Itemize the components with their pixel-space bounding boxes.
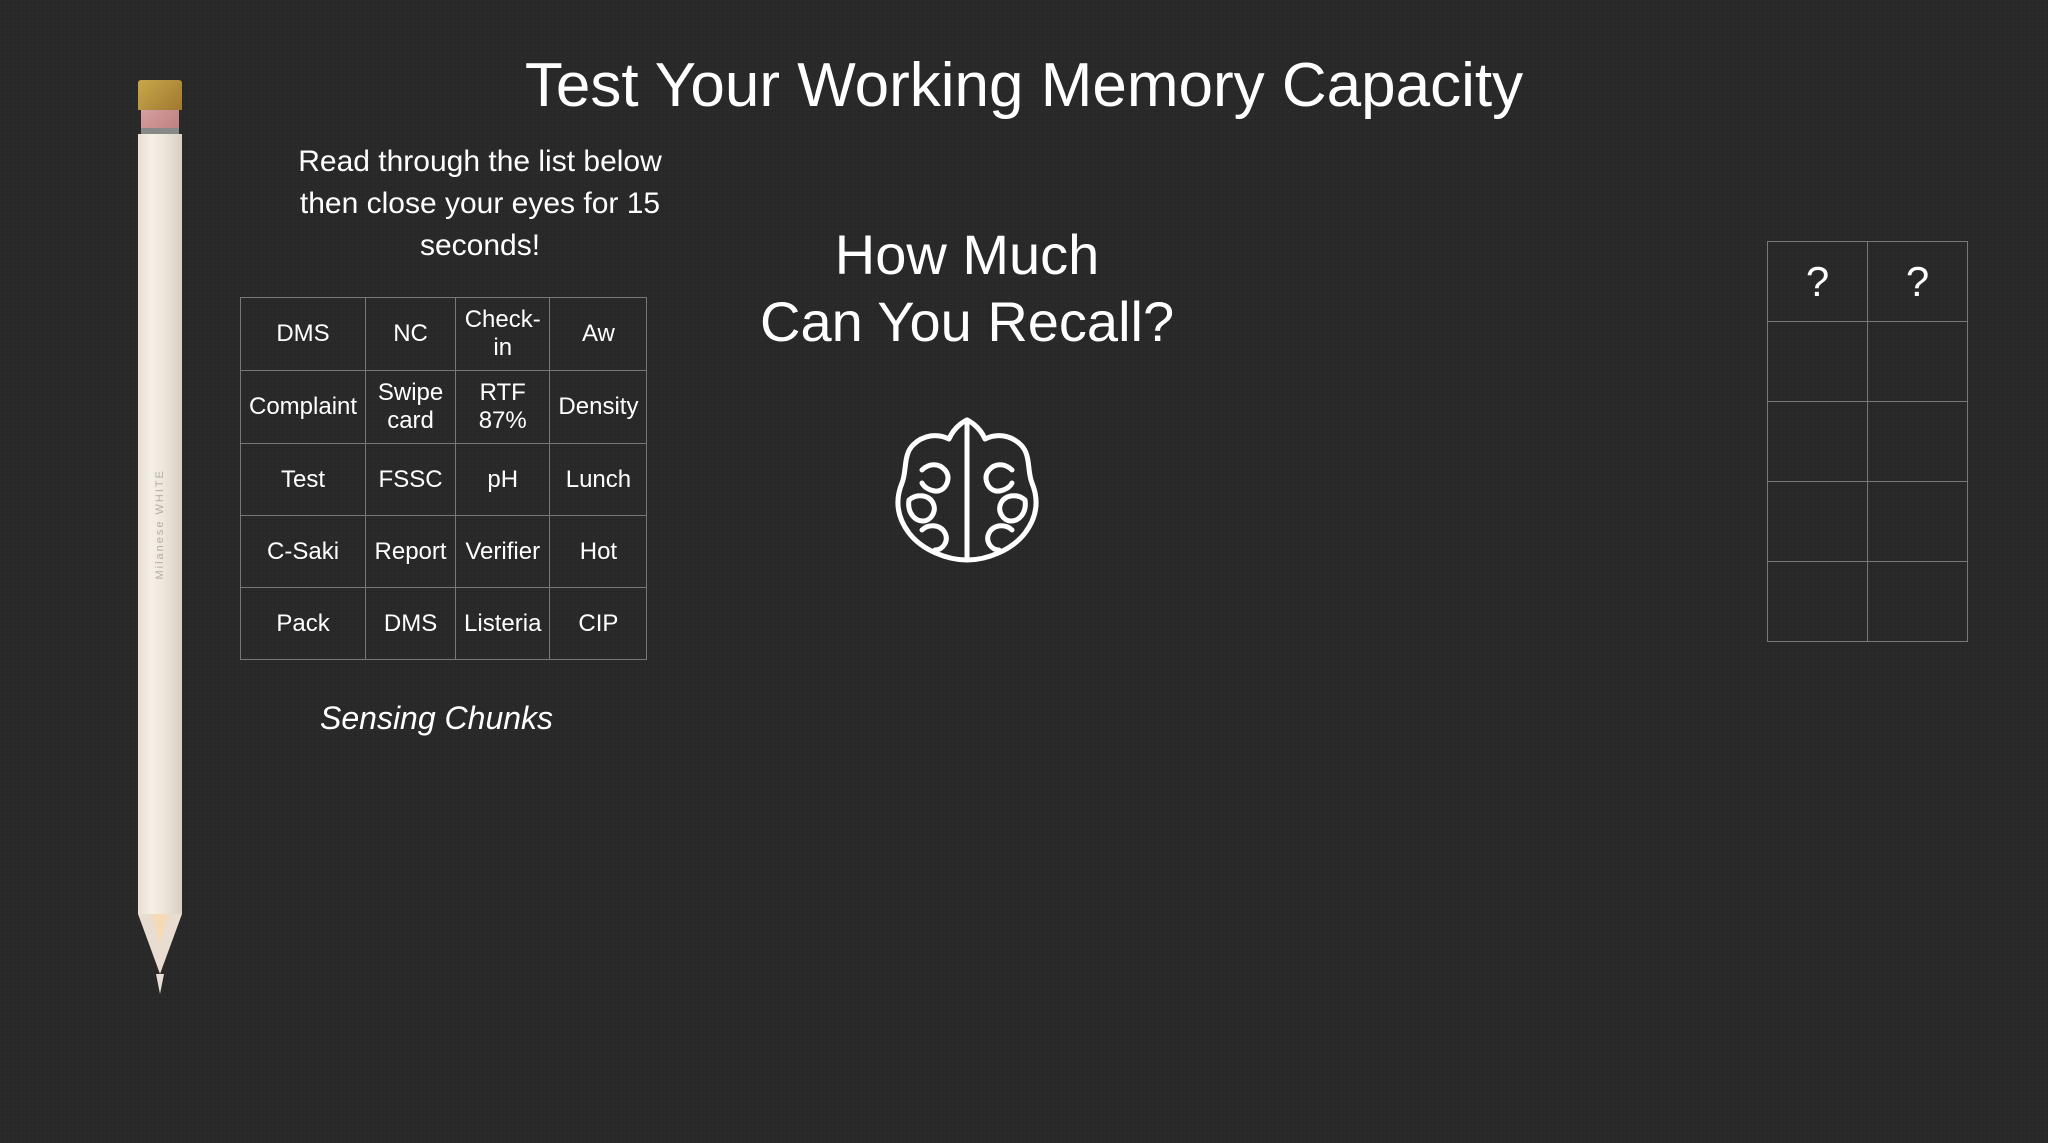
word-table: DMSNCCheck-inAwComplaintSwipe cardRTF 87… bbox=[240, 297, 647, 660]
table-cell: Aw bbox=[550, 298, 647, 371]
table-cell: Swipe card bbox=[366, 371, 456, 444]
recall-title-line2: Can You Recall? bbox=[760, 290, 1174, 353]
recall-cell bbox=[1768, 482, 1868, 562]
recall-cell bbox=[1868, 402, 1968, 482]
recall-title-line1: How Much bbox=[835, 223, 1100, 286]
recall-cell bbox=[1768, 562, 1868, 642]
recall-grid: ?? bbox=[1767, 241, 1968, 642]
recall-cell: ? bbox=[1868, 242, 1968, 322]
table-cell: FSSC bbox=[366, 444, 456, 516]
pencil-eraser bbox=[141, 110, 179, 128]
table-cell: Lunch bbox=[550, 444, 647, 516]
pencil-tip bbox=[138, 914, 182, 974]
instruction-text: Read through the list below then close y… bbox=[280, 141, 680, 267]
middle-panel: How Much Can You Recall? bbox=[760, 141, 1174, 595]
table-cell: pH bbox=[456, 444, 550, 516]
right-panel: ?? bbox=[1767, 141, 2048, 642]
table-cell: Hot bbox=[550, 516, 647, 588]
table-cell: NC bbox=[366, 298, 456, 371]
pencil-body: Milanese WHITE bbox=[138, 134, 182, 914]
brain-icon bbox=[867, 395, 1067, 595]
left-panel: Read through the list below then close y… bbox=[240, 141, 680, 737]
table-cell: Density bbox=[550, 371, 647, 444]
pencil-label: Milanese WHITE bbox=[154, 469, 166, 580]
table-cell: DMS bbox=[366, 588, 456, 660]
recall-cell bbox=[1868, 322, 1968, 402]
pencil-eraser-cap bbox=[138, 80, 182, 110]
table-cell: Test bbox=[241, 444, 366, 516]
table-cell: Check-in bbox=[456, 298, 550, 371]
recall-cell bbox=[1768, 322, 1868, 402]
content-area: Read through the list below then close y… bbox=[0, 121, 2048, 737]
recall-cell: ? bbox=[1768, 242, 1868, 322]
recall-cell bbox=[1868, 562, 1968, 642]
table-cell: Pack bbox=[241, 588, 366, 660]
recall-title: How Much Can You Recall? bbox=[760, 221, 1174, 355]
table-cell: Report bbox=[366, 516, 456, 588]
table-cell: DMS bbox=[241, 298, 366, 371]
pencil-decoration: Milanese WHITE bbox=[130, 80, 190, 980]
table-cell: CIP bbox=[550, 588, 647, 660]
recall-cell bbox=[1868, 482, 1968, 562]
table-cell: Verifier bbox=[456, 516, 550, 588]
recall-cell bbox=[1768, 402, 1868, 482]
page-title: Test Your Working Memory Capacity bbox=[0, 0, 2048, 121]
table-cell: RTF 87% bbox=[456, 371, 550, 444]
table-cell: Listeria bbox=[456, 588, 550, 660]
table-cell: C-Saki bbox=[241, 516, 366, 588]
pencil-point bbox=[156, 974, 164, 994]
caption: Sensing Chunks bbox=[320, 700, 553, 737]
table-cell: Complaint bbox=[241, 371, 366, 444]
